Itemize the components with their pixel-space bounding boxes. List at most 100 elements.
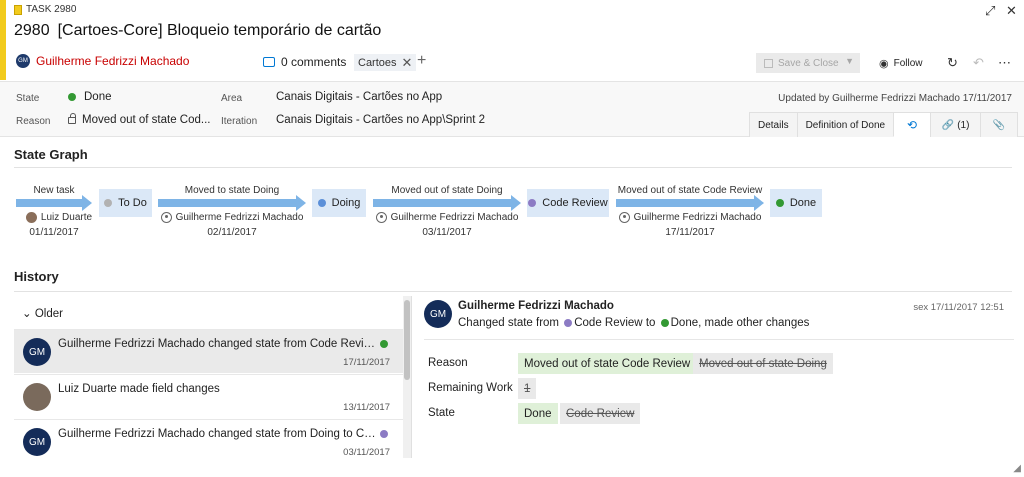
history-item-date: 03/11/2017 <box>343 447 390 458</box>
tab-history[interactable]: ⟲ <box>893 112 932 137</box>
state-name: Done <box>789 197 817 209</box>
comments-link[interactable]: 0 comments <box>263 55 346 69</box>
undo-icon[interactable]: ↶ <box>973 55 984 71</box>
tab-definition-of-done[interactable]: Definition of Done <box>796 112 895 137</box>
older-group-toggle[interactable]: ⌄ Older <box>22 306 63 320</box>
save-close-button[interactable]: Save & Close ▼ <box>756 53 860 73</box>
transition-date: 03/11/2017 <box>422 227 472 238</box>
history-item-text: Guilherme Fedrizzi Machado changed state… <box>58 428 378 440</box>
avatar <box>25 212 37 223</box>
tag-label: Cartoes <box>358 56 397 69</box>
reason-value[interactable]: Moved out of state Cod... <box>82 114 211 126</box>
summary-to: to <box>645 317 656 329</box>
lock-icon <box>68 113 76 124</box>
user-icon <box>160 212 172 223</box>
arrow-head <box>82 195 92 211</box>
user-icon <box>618 212 630 223</box>
tab-attachments[interactable]: 📎 <box>980 112 1019 137</box>
assignee[interactable]: GM Guilherme Fedrizzi Machado <box>16 54 189 68</box>
comments-count[interactable]: 0 comments <box>281 55 346 69</box>
old-value-chip: 1 <box>518 378 537 399</box>
history-item-text: Luiz Duarte made field changes <box>58 383 220 395</box>
comment-icon <box>263 57 275 67</box>
work-item-type: TASK 2980 <box>14 4 76 15</box>
transition-arrow <box>616 199 754 207</box>
detail-date: sex 17/11/2017 12:51 <box>913 302 1004 313</box>
follow-button[interactable]: ◉ Follow <box>879 57 923 70</box>
transition-arrow <box>158 199 296 207</box>
avatar: GM <box>424 300 452 328</box>
history-title: History <box>14 269 59 284</box>
history-item-text: Guilherme Fedrizzi Machado changed state… <box>58 338 378 350</box>
divider <box>14 167 1012 168</box>
new-value-chip: Done <box>518 403 558 424</box>
history-item-date: 13/11/2017 <box>343 402 390 413</box>
divider <box>14 291 1012 292</box>
history-item[interactable]: Luiz Duarte made field changes 13/11/201… <box>14 374 404 418</box>
transition-label: Moved out of state Code Review <box>617 185 763 196</box>
group-label: Older <box>34 308 63 320</box>
avatar: GM <box>16 54 30 68</box>
state-dot <box>528 199 537 207</box>
iteration-value[interactable]: Canais Digitais - Cartões no App\Sprint … <box>276 114 485 126</box>
reason-field[interactable]: Moved out of state Cod... <box>68 113 211 126</box>
task-icon <box>14 4 22 15</box>
reason-label: Reason <box>16 116 51 127</box>
state-dot <box>775 199 784 207</box>
area-label: Area <box>221 93 243 104</box>
transition-user-name: Luiz Duarte <box>40 212 93 223</box>
history-item[interactable]: GM Guilherme Fedrizzi Machado changed st… <box>14 329 404 373</box>
transition-out-of-doing: Moved out of state Doing Guilherme Fedri… <box>373 185 521 241</box>
work-item-title-text[interactable]: [Cartoes-Core] Bloqueio temporário de ca… <box>58 22 382 39</box>
history-list: ⌄ Older GM Guilherme Fedrizzi Machado ch… <box>14 296 412 458</box>
history-scrollbar[interactable] <box>403 296 411 458</box>
more-icon[interactable]: ⋯ <box>998 55 1011 71</box>
transition-out-of-code-review: Moved out of state Code Review Guilherme… <box>616 185 764 241</box>
refresh-icon[interactable]: ↻ <box>947 55 958 71</box>
tab-links[interactable]: 🔗 (1) <box>930 112 982 137</box>
eye-icon: ◉ <box>879 58 889 70</box>
tab-details[interactable]: Details <box>749 112 798 137</box>
history-detail: GM Guilherme Fedrizzi Machado sex 17/11/… <box>424 296 1014 458</box>
tag-remove-icon[interactable]: ✕ <box>402 55 413 71</box>
attachment-icon: 📎 <box>992 119 1006 131</box>
transition-label: Moved out of state Doing <box>391 185 503 196</box>
state-node-to-do: To Do <box>99 189 152 217</box>
work-item-title[interactable]: 2980 [Cartoes-Core] Bloqueio temporário d… <box>14 22 381 40</box>
add-tag-icon[interactable]: + <box>417 52 426 70</box>
state-dot <box>564 318 573 327</box>
divider <box>424 339 1014 340</box>
area-value[interactable]: Canais Digitais - Cartões no App <box>276 91 442 103</box>
transition-user: Luiz Duarte <box>16 212 102 223</box>
state-name: To Do <box>118 197 147 209</box>
save-icon <box>764 58 773 68</box>
history-item-date: 17/11/2017 <box>343 357 390 368</box>
state-field[interactable]: Done <box>68 91 112 103</box>
transition-to-doing: Moved to state Doing Guilherme Fedrizzi … <box>158 185 306 241</box>
expand-icon[interactable]: ⤢ <box>985 3 995 19</box>
close-icon[interactable]: ✕ <box>1006 3 1017 19</box>
state-dot <box>317 199 326 207</box>
change-field-label: State <box>428 407 455 419</box>
dropdown-icon[interactable]: ▼ <box>845 56 854 66</box>
summary-to-state: Done <box>670 317 699 329</box>
transition-arrow <box>373 199 511 207</box>
history-item[interactable]: GM Guilherme Fedrizzi Machado changed st… <box>14 419 404 458</box>
state-label: State <box>16 93 40 104</box>
updated-info: Updated by Guilherme Fedrizzi Machado 17… <box>778 93 1012 104</box>
transition-label: Moved to state Doing <box>184 185 280 196</box>
user-icon <box>375 212 387 223</box>
state-node-code-review: Code Review <box>527 189 609 217</box>
work-item-type-label: TASK 2980 <box>26 4 77 15</box>
assignee-name[interactable]: Guilherme Fedrizzi Machado <box>36 54 189 68</box>
tag-chip[interactable]: Cartoes ✕ <box>354 54 417 71</box>
scrollbar-thumb[interactable] <box>404 300 410 380</box>
resize-grip-icon[interactable]: ◢ <box>1013 463 1021 474</box>
transition-date: 02/11/2017 <box>207 227 257 238</box>
detail-author: Guilherme Fedrizzi Machado <box>458 300 614 312</box>
old-value-chip: Code Review <box>560 403 641 424</box>
work-item-id: 2980 <box>14 22 50 39</box>
chevron-down-icon: ⌄ <box>22 308 32 320</box>
change-field-label: Reason <box>428 357 468 369</box>
state-value[interactable]: Done <box>84 91 112 103</box>
